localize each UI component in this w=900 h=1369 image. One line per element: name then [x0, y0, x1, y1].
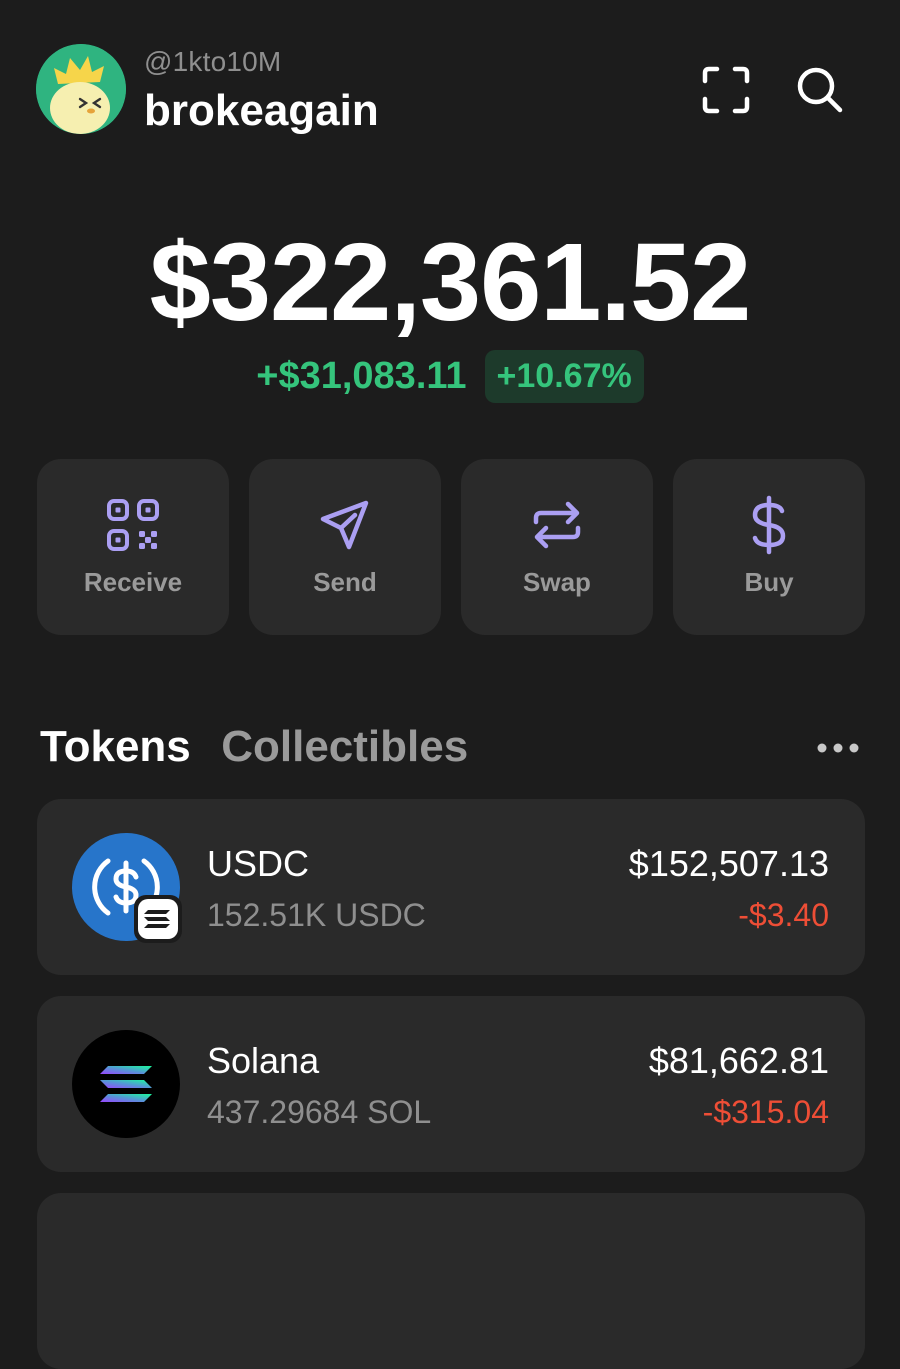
search-icon	[797, 67, 843, 113]
receive-label: Receive	[83, 567, 183, 597]
change-amount: +$31,083.11	[256, 355, 467, 397]
token-value: $152,507.13	[628, 843, 829, 884]
avatar[interactable]	[36, 44, 126, 134]
more-options-button[interactable]	[812, 730, 864, 766]
send-arrow-icon	[320, 500, 369, 550]
token-value: $81,662.81	[648, 1040, 829, 1081]
token-change: -$315.04	[702, 1094, 829, 1130]
token-name: USDC	[207, 843, 310, 884]
dollar-icon	[752, 495, 786, 555]
change-percent-badge: +10.67%	[484, 350, 644, 403]
swap-arrows-icon	[533, 501, 581, 549]
token-row-partial[interactable]	[37, 1193, 865, 1369]
tab-tokens[interactable]: Tokens	[40, 722, 191, 772]
token-name: Solana	[207, 1040, 320, 1081]
token-amount: 152.51K USDC	[207, 897, 426, 933]
token-logo	[72, 1030, 180, 1138]
swap-button[interactable]: Swap	[461, 459, 653, 635]
buy-button[interactable]: Buy	[673, 459, 865, 635]
scan-icon	[702, 66, 750, 114]
token-amount: 437.29684 SOL	[207, 1094, 432, 1130]
usdc-logo-icon	[72, 833, 182, 943]
solana-badge-icon	[134, 895, 182, 943]
token-row-usdc[interactable]: USDC 152.51K USDC $152,507.13 -$3.40	[37, 799, 865, 975]
cartoon-chick-avatar-icon	[36, 44, 126, 134]
token-logo	[72, 833, 182, 943]
token-change: -$3.40	[738, 897, 829, 933]
send-label: Send	[313, 567, 377, 597]
total-balance: $322,361.52	[149, 221, 752, 344]
action-buttons: Receive Send Swap Buy	[37, 459, 865, 635]
search-button[interactable]	[792, 62, 848, 118]
buy-label: Buy	[744, 567, 794, 597]
asset-tabs: Tokens Collectibles	[40, 722, 494, 778]
token-row-solana[interactable]: Solana 437.29684 SOL $81,662.81 -$315.04	[37, 996, 865, 1172]
send-button[interactable]: Send	[249, 459, 441, 635]
scan-button[interactable]	[698, 62, 754, 118]
solana-logo-icon	[72, 1030, 180, 1138]
qr-code-icon	[107, 499, 159, 551]
tab-collectibles[interactable]: Collectibles	[221, 722, 468, 772]
receive-button[interactable]: Receive	[37, 459, 229, 635]
profile-header: @1kto10M brokeagain	[36, 44, 864, 136]
user-handle: @1kto10M	[144, 46, 282, 77]
swap-label: Swap	[523, 567, 591, 597]
more-dots-icon	[817, 743, 859, 753]
balance-change-row: +$31,083.11 +10.67%	[0, 350, 900, 403]
username[interactable]: brokeagain	[144, 86, 379, 136]
